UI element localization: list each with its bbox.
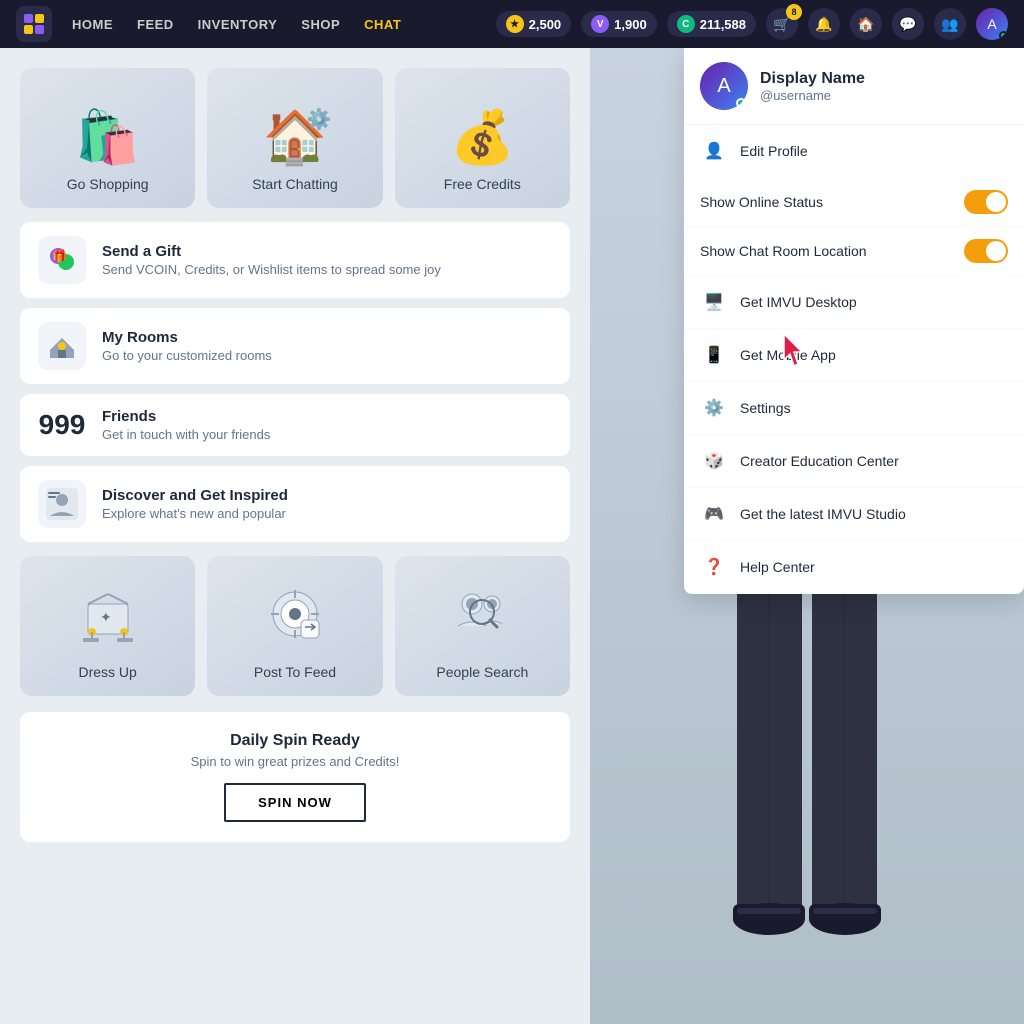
edit-profile-item[interactable]: 👤 Edit Profile bbox=[684, 125, 1024, 178]
online-status-label: Show Online Status bbox=[700, 194, 823, 210]
cart-button[interactable]: 🛒 8 bbox=[766, 8, 798, 40]
currency-credits: C 211,588 bbox=[667, 11, 756, 37]
mobile-icon: 📱 bbox=[700, 341, 728, 369]
show-online-status-row[interactable]: Show Online Status bbox=[684, 178, 1024, 227]
post-feed-icon bbox=[265, 584, 325, 656]
shopping-icon: 🛍️ bbox=[75, 107, 140, 168]
svg-text:🎁: 🎁 bbox=[52, 249, 67, 263]
get-desktop-label: Get IMVU Desktop bbox=[740, 294, 857, 310]
studio-label: Get the latest IMVU Studio bbox=[740, 506, 906, 522]
chat-location-label: Show Chat Room Location bbox=[700, 243, 867, 259]
get-mobile-app-item[interactable]: 📱 Get Mobile App bbox=[684, 329, 1024, 382]
people-search-label: People Search bbox=[436, 664, 528, 680]
home-button[interactable]: 🏠 bbox=[850, 8, 882, 40]
people-search-icon bbox=[452, 584, 512, 656]
left-panel: 🛍️ Go Shopping 🏠 ⚙️ Start Chatting 💰 Fre… bbox=[0, 48, 590, 1024]
free-credits-label: Free Credits bbox=[444, 176, 521, 192]
post-feed-label: Post To Feed bbox=[254, 664, 336, 680]
chat-location-toggle[interactable] bbox=[964, 239, 1008, 263]
discover-item[interactable]: Discover and Get Inspired Explore what's… bbox=[20, 466, 570, 542]
creator-icon: 🎲 bbox=[700, 447, 728, 475]
dress-up-card[interactable]: ✦ Dress Up bbox=[20, 556, 195, 696]
creator-label: Creator Education Center bbox=[740, 453, 899, 469]
svg-text:✦: ✦ bbox=[100, 609, 112, 625]
desktop-icon: 🖥️ bbox=[700, 288, 728, 316]
settings-item[interactable]: ⚙️ Settings bbox=[684, 382, 1024, 435]
help-label: Help Center bbox=[740, 559, 815, 575]
online-indicator bbox=[999, 31, 1008, 40]
gift-icon-wrap: 🎁 bbox=[38, 236, 86, 284]
chatting-icon: 🏠 ⚙️ bbox=[263, 107, 328, 168]
post-feed-card[interactable]: Post To Feed bbox=[207, 556, 382, 696]
dropdown-display-name: Display Name bbox=[760, 70, 865, 88]
nav-chat[interactable]: CHAT bbox=[364, 17, 401, 32]
dropdown-avatar: A bbox=[700, 62, 748, 110]
vcoin-icon: V bbox=[591, 15, 609, 33]
currency-stars: ★ 2,500 bbox=[496, 11, 572, 37]
spin-now-button[interactable]: SPIN NOW bbox=[224, 783, 366, 822]
nav-logo bbox=[16, 6, 52, 42]
dropdown-user-info: Display Name @username bbox=[760, 70, 865, 103]
get-imvu-desktop-item[interactable]: 🖥️ Get IMVU Desktop bbox=[684, 276, 1024, 329]
send-gift-item[interactable]: 🎁 Send a Gift Send VCOIN, Credits, or Wi… bbox=[20, 222, 570, 298]
discover-icon-wrap bbox=[38, 480, 86, 528]
nav-home[interactable]: HOME bbox=[72, 17, 113, 32]
rooms-text: My Rooms Go to your customized rooms bbox=[102, 329, 272, 363]
navbar: HOME FEED INVENTORY SHOP CHAT ★ 2,500 V … bbox=[0, 0, 1024, 48]
help-icon: ❓ bbox=[700, 553, 728, 581]
show-chat-location-row[interactable]: Show Chat Room Location bbox=[684, 227, 1024, 276]
people-search-card[interactable]: People Search bbox=[395, 556, 570, 696]
help-center-item[interactable]: ❓ Help Center bbox=[684, 541, 1024, 594]
rooms-icon-wrap bbox=[38, 322, 86, 370]
dropdown-online-dot bbox=[736, 98, 746, 108]
chat-button[interactable]: 💬 bbox=[892, 8, 924, 40]
settings-icon: ⚙️ bbox=[700, 394, 728, 422]
bottom-cards-row: ✦ Dress Up bbox=[20, 556, 570, 696]
user-dropdown-menu: A Display Name @username 👤 Edit Profile … bbox=[684, 48, 1024, 594]
daily-spin-title: Daily Spin Ready bbox=[40, 732, 550, 750]
credits-icon: C bbox=[677, 15, 695, 33]
go-shopping-card[interactable]: 🛍️ Go Shopping bbox=[20, 68, 195, 208]
start-chatting-label: Start Chatting bbox=[252, 176, 338, 192]
nav-shop[interactable]: SHOP bbox=[301, 17, 340, 32]
cart-badge: 8 bbox=[786, 4, 802, 20]
people-button[interactable]: 👥 bbox=[934, 8, 966, 40]
user-avatar[interactable]: A bbox=[976, 8, 1008, 40]
daily-spin-section: Daily Spin Ready Spin to win great prize… bbox=[20, 712, 570, 842]
top-cards-row: 🛍️ Go Shopping 🏠 ⚙️ Start Chatting 💰 Fre… bbox=[20, 68, 570, 208]
credits-bag-icon: 💰 bbox=[450, 107, 515, 168]
gift-text: Send a Gift Send VCOIN, Credits, or Wish… bbox=[102, 243, 441, 277]
imvu-studio-item[interactable]: 🎮 Get the latest IMVU Studio bbox=[684, 488, 1024, 541]
nav-right: ★ 2,500 V 1,900 C 211,588 🛒 8 🔔 🏠 💬 👥 A bbox=[496, 8, 1008, 40]
studio-icon: 🎮 bbox=[700, 500, 728, 528]
free-credits-card[interactable]: 💰 Free Credits bbox=[395, 68, 570, 208]
currency-vcoin: V 1,900 bbox=[581, 11, 657, 37]
nav-inventory[interactable]: INVENTORY bbox=[198, 17, 278, 32]
go-shopping-label: Go Shopping bbox=[67, 176, 149, 192]
start-chatting-card[interactable]: 🏠 ⚙️ Start Chatting bbox=[207, 68, 382, 208]
creator-education-item[interactable]: 🎲 Creator Education Center bbox=[684, 435, 1024, 488]
settings-label: Settings bbox=[740, 400, 791, 416]
dress-up-icon: ✦ bbox=[78, 584, 138, 656]
nav-links: HOME FEED INVENTORY SHOP CHAT bbox=[72, 17, 496, 32]
friends-text: Friends Get in touch with your friends bbox=[102, 408, 270, 442]
edit-profile-icon: 👤 bbox=[700, 137, 728, 165]
friends-item[interactable]: 999 Friends Get in touch with your frien… bbox=[20, 394, 570, 456]
nav-feed[interactable]: FEED bbox=[137, 17, 174, 32]
notifications-button[interactable]: 🔔 bbox=[808, 8, 840, 40]
friends-count: 999 bbox=[38, 409, 86, 441]
discover-text: Discover and Get Inspired Explore what's… bbox=[102, 487, 288, 521]
edit-profile-label: Edit Profile bbox=[740, 143, 808, 159]
dropdown-header: A Display Name @username bbox=[684, 48, 1024, 125]
get-mobile-label: Get Mobile App bbox=[740, 347, 836, 363]
my-rooms-item[interactable]: My Rooms Go to your customized rooms bbox=[20, 308, 570, 384]
stars-icon: ★ bbox=[506, 15, 524, 33]
daily-spin-subtitle: Spin to win great prizes and Credits! bbox=[40, 754, 550, 769]
online-status-toggle[interactable] bbox=[964, 190, 1008, 214]
dress-up-label: Dress Up bbox=[78, 664, 136, 680]
dropdown-username: @username bbox=[760, 88, 865, 103]
